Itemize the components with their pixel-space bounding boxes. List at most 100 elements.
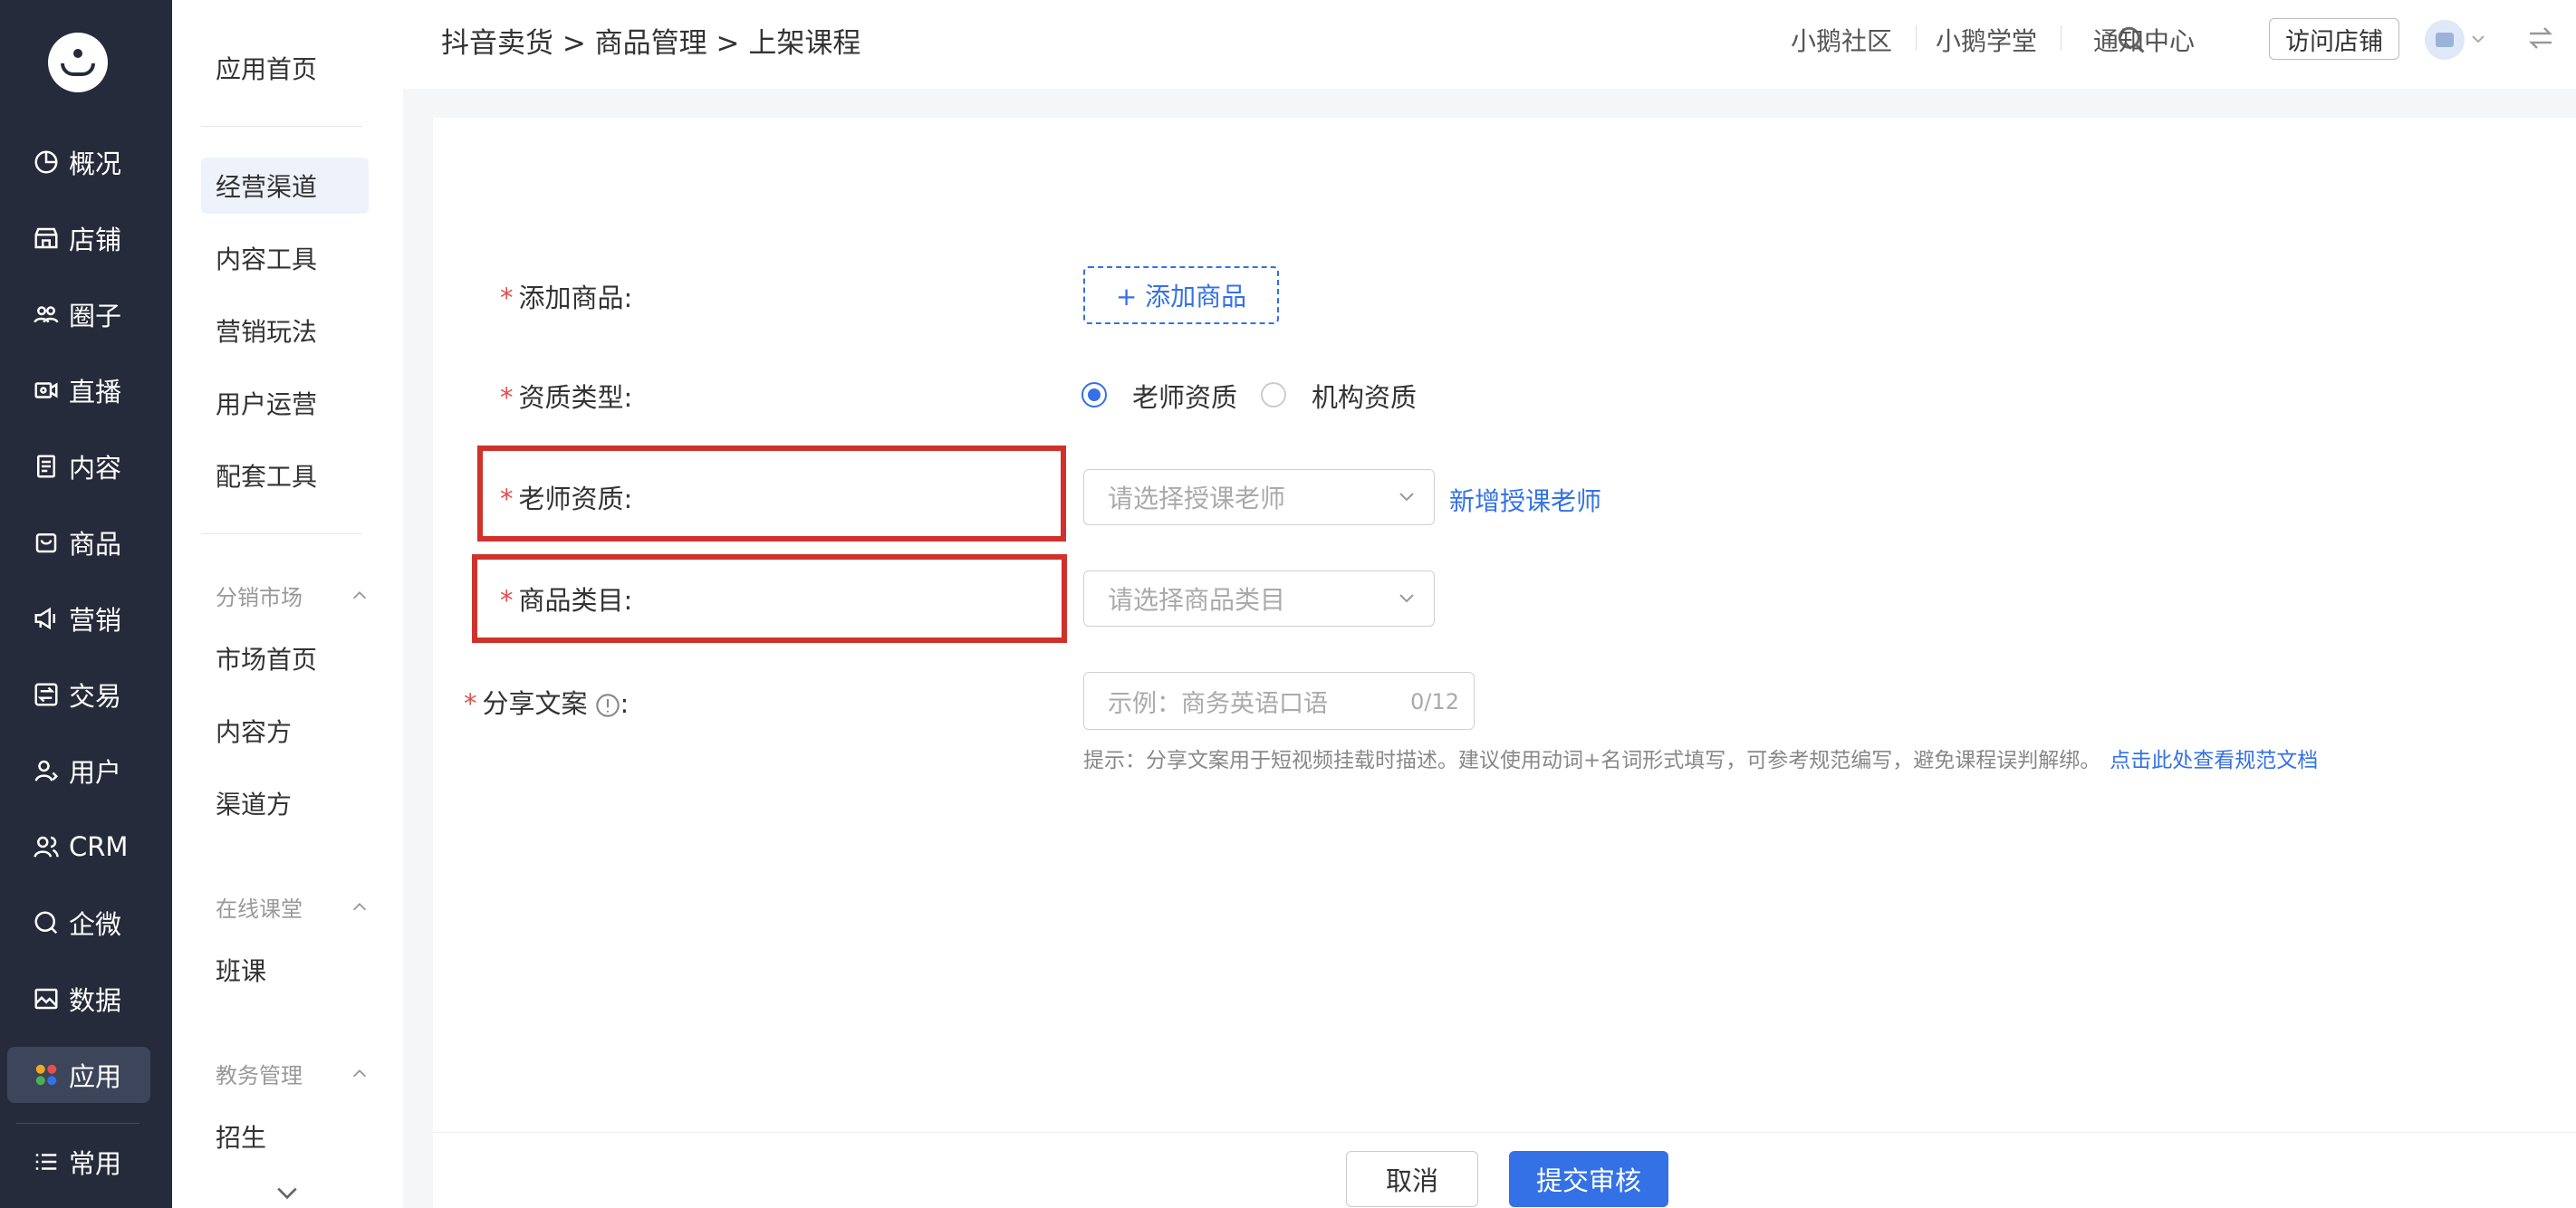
subnav-item-content-side[interactable]: 内容方 (201, 703, 369, 759)
subnav-item-marketing-play[interactable]: 营销玩法 (201, 302, 369, 359)
penguin-logo[interactable] (48, 33, 108, 92)
chart-image-icon (33, 985, 60, 1012)
subnav-item-channels[interactable]: 经营渠道 (201, 158, 369, 214)
share-text-input[interactable]: 示例：商务英语口语 0/12 (1083, 672, 1475, 730)
nav-item-product[interactable]: 商品 (7, 514, 150, 570)
form-footer: 取消 提交审核 (433, 1132, 2576, 1208)
chevron-down-icon (1399, 594, 1414, 603)
live-camera-icon (33, 377, 60, 404)
qualification-type-label: * 资质类型: (500, 382, 633, 413)
avatar[interactable] (2425, 20, 2465, 60)
add-teacher-link[interactable]: 新增授课老师 (1449, 482, 1601, 518)
nav-label: 概况 (69, 149, 122, 179)
nav-item-apps[interactable]: 应用 (7, 1047, 150, 1103)
header-separator (1916, 25, 1917, 51)
subnav-app-home[interactable]: 应用首页 (201, 40, 369, 96)
nav-item-circle[interactable]: 圈子 (7, 286, 150, 342)
share-text-placeholder: 示例：商务英语口语 (1108, 689, 1328, 718)
subnav-item-content-tools[interactable]: 内容工具 (201, 230, 369, 286)
subnav-item-channel-side[interactable]: 渠道方 (201, 775, 369, 831)
nav-label: 直播 (69, 377, 122, 407)
nav-label: 店铺 (69, 225, 122, 255)
radio-org-qualification[interactable] (1261, 382, 1286, 407)
nav-item-user[interactable]: 用户 (7, 743, 150, 799)
top-header: 抖音卖货 > 商品管理 > 上架课程 小鹅社区 小鹅学堂 通知中心 访问店铺 (403, 0, 2576, 89)
spec-doc-link[interactable]: 点击此处查看规范文档 (2110, 749, 2318, 772)
link-community[interactable]: 小鹅社区 (1791, 22, 1892, 58)
category-select[interactable]: 请选择商品类目 (1083, 570, 1435, 627)
subnav-group-distribution[interactable]: 分销市场 (216, 580, 370, 611)
submit-review-button[interactable]: 提交审核 (1509, 1151, 1668, 1207)
chat-search-icon (33, 909, 60, 936)
subnav-divider (201, 126, 362, 127)
info-icon[interactable] (595, 693, 620, 718)
nav-label: 企微 (69, 909, 122, 940)
pie-chart-icon (33, 149, 60, 176)
list-icon (33, 1148, 60, 1175)
apps-icon (33, 1061, 60, 1088)
nav-label: 内容 (69, 453, 122, 484)
store-icon (33, 225, 60, 252)
cancel-button[interactable]: 取消 (1346, 1151, 1478, 1207)
radio-label-org[interactable]: 机构资质 (1312, 377, 1417, 415)
nav-item-content[interactable]: 内容 (7, 438, 150, 494)
teacher-select-placeholder: 请选择授课老师 (1108, 484, 1286, 513)
form-card: * 添加商品: + 添加商品 * 资质类型: 老师资质 机构资质 * 老师资质: 请选… (433, 118, 2576, 1132)
group-title: 分销市场 (216, 585, 303, 610)
radio-teacher-qualification[interactable] (1081, 382, 1107, 407)
nav-item-marketing[interactable]: 营销 (7, 590, 150, 647)
chevron-up-icon (352, 902, 367, 910)
add-product-button[interactable]: + 添加商品 (1083, 266, 1279, 324)
nav-label: 应用 (69, 1061, 122, 1092)
category-select-placeholder: 请选择商品类目 (1108, 585, 1286, 615)
product-category-label: * 商品类目: (500, 585, 633, 616)
megaphone-icon (33, 605, 60, 632)
document-icon (33, 453, 60, 480)
subnav-item-market-home[interactable]: 市场首页 (201, 630, 369, 686)
user-icon (33, 757, 60, 784)
add-product-label: * 添加商品: (500, 283, 633, 313)
subnav-item-class[interactable]: 班课 (201, 942, 369, 998)
subnav-item-enroll[interactable]: 招生 (201, 1108, 369, 1165)
secondary-sidebar: 应用首页 经营渠道 内容工具 营销玩法 用户运营 配套工具 分销市场 市场首页 … (172, 0, 403, 1208)
nav-label: 交易 (69, 681, 122, 712)
subnav-group-online-class[interactable]: 在线课堂 (216, 891, 370, 923)
breadcrumb: 抖音卖货 > 商品管理 > 上架课程 (441, 27, 861, 60)
link-academy[interactable]: 小鹅学堂 (1936, 22, 2037, 58)
nav-item-wecom[interactable]: 企微 (7, 895, 150, 951)
chevron-up-icon (352, 590, 367, 599)
nav-item-data[interactable]: 数据 (7, 971, 150, 1027)
header-separator (2061, 25, 2062, 51)
teacher-select[interactable]: 请选择授课老师 (1083, 469, 1435, 525)
nav-label: 商品 (69, 529, 122, 560)
subnav-item-user-ops[interactable]: 用户运营 (201, 375, 369, 431)
share-text-hint: 提示：分享文案用于短视频挂载时描述。建议使用动词+名词形式填写，可参考规范编写，… (1083, 749, 2319, 772)
chevron-down-icon[interactable] (2470, 33, 2486, 45)
nav-label: CRM (69, 831, 129, 862)
nav-item-frequent[interactable]: 常用 (7, 1134, 150, 1190)
main-sidebar: 概况 店铺 圈子 直播 内容 商品 营销 交易 用户 CRM 企微 数据 应用 … (0, 0, 172, 1208)
nav-label: 用户 (69, 757, 122, 788)
link-notifications[interactable]: 通知中心 (2093, 22, 2195, 58)
nav-label: 营销 (69, 605, 122, 636)
chevron-up-icon (352, 1069, 367, 1077)
bag-icon (33, 529, 60, 556)
switch-icon[interactable] (2526, 25, 2555, 51)
visit-store-button[interactable]: 访问店铺 (2269, 18, 2399, 60)
nav-item-trade[interactable]: 交易 (7, 666, 150, 723)
group-icon (33, 301, 60, 328)
nav-divider (16, 1123, 139, 1124)
teacher-qualification-label: * 老师资质: (500, 484, 633, 514)
subnav-group-academic[interactable]: 教务管理 (216, 1058, 370, 1089)
nav-label: 圈子 (69, 301, 122, 331)
nav-item-overview[interactable]: 概况 (7, 134, 150, 190)
chevron-down-icon[interactable] (275, 1184, 299, 1203)
char-counter: 0/12 (1410, 689, 1459, 714)
nav-item-crm[interactable]: CRM (7, 819, 150, 875)
subnav-item-support-tools[interactable]: 配套工具 (201, 447, 369, 503)
radio-label-teacher[interactable]: 老师资质 (1132, 377, 1237, 415)
nav-label: 常用 (69, 1148, 122, 1179)
users-icon (33, 833, 60, 860)
nav-item-live[interactable]: 直播 (7, 362, 150, 418)
nav-item-store[interactable]: 店铺 (7, 210, 150, 266)
